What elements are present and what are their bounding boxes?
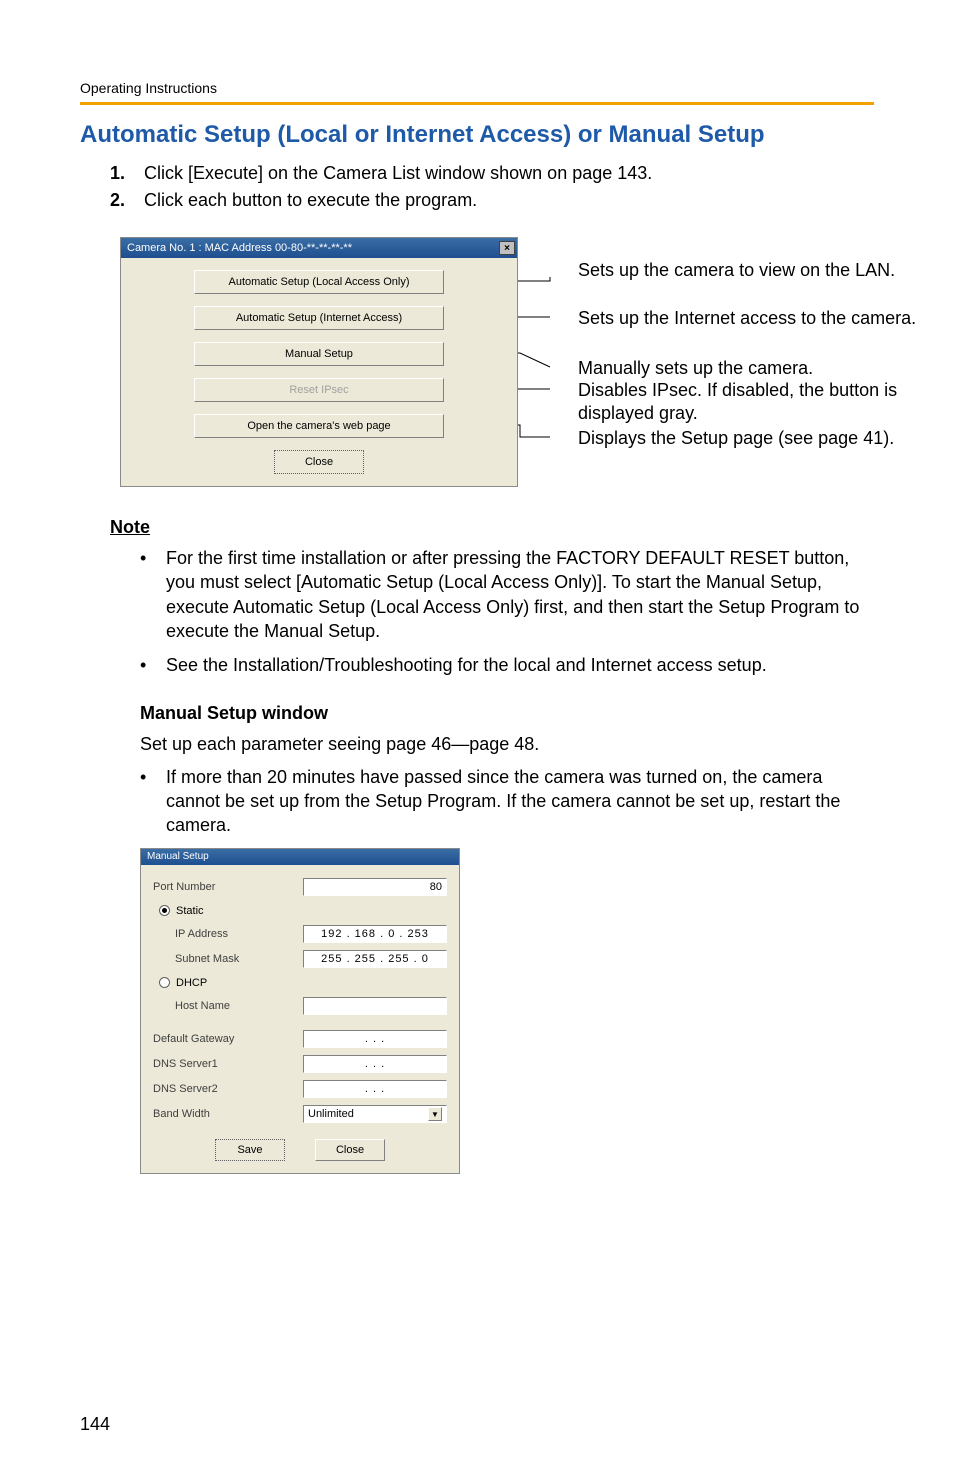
note-bullet-1: For the first time installation or after… xyxy=(140,546,874,643)
bandwidth-row: Band Width Unlimited ▼ xyxy=(153,1102,447,1127)
reset-ipsec-button[interactable]: Reset IPsec xyxy=(194,378,444,402)
window-title: Camera No. 1 : MAC Address 00-80-**-**-*… xyxy=(127,242,352,254)
step-1-text: Click [Execute] on the Camera List windo… xyxy=(144,163,652,184)
annotation-local: Sets up the camera to view on the LAN. xyxy=(578,259,954,282)
dns2-field[interactable]: . . . xyxy=(303,1080,447,1098)
subnet-label: Subnet Mask xyxy=(153,953,303,965)
step-list: 1. Click [Execute] on the Camera List wi… xyxy=(80,163,874,211)
manual-setup-bullets: If more than 20 minutes have passed sinc… xyxy=(140,765,874,838)
step-2-text: Click each button to execute the program… xyxy=(144,190,477,211)
bandwidth-value: Unlimited xyxy=(308,1108,354,1120)
note-heading: Note xyxy=(110,517,874,538)
subnet-row: Subnet Mask 255 . 255 . 255 . 0 xyxy=(153,947,447,972)
section-title: Automatic Setup (Local or Internet Acces… xyxy=(80,121,874,149)
chevron-down-icon: ▼ xyxy=(428,1107,442,1121)
dhcp-label: DHCP xyxy=(176,977,207,989)
annotation-manual: Manually sets up the camera. xyxy=(578,357,954,380)
step-1-num: 1. xyxy=(110,163,144,184)
setup-window: Camera No. 1 : MAC Address 00-80-**-**-*… xyxy=(120,237,518,487)
bandwidth-label: Band Width xyxy=(153,1108,303,1120)
host-label: Host Name xyxy=(153,1000,303,1012)
dns1-label: DNS Server1 xyxy=(153,1058,303,1070)
gateway-field[interactable]: . . . xyxy=(303,1030,447,1048)
radio-selected-icon xyxy=(159,905,170,916)
header-title: Operating Instructions xyxy=(80,80,874,96)
static-label: Static xyxy=(176,905,204,917)
annotation-internet: Sets up the Internet access to the camer… xyxy=(578,307,954,330)
port-label: Port Number xyxy=(153,881,303,893)
gateway-row: Default Gateway . . . xyxy=(153,1027,447,1052)
ip-label: IP Address xyxy=(153,928,303,940)
close-button[interactable]: Close xyxy=(274,450,364,474)
note-bullet-2: See the Installation/Troubleshooting for… xyxy=(140,653,874,677)
annotation-reset: Disables IPsec. If disabled, the button … xyxy=(578,379,954,424)
step-2-num: 2. xyxy=(110,190,144,211)
manual-setup-desc: Set up each parameter seeing page 46—pag… xyxy=(140,732,874,756)
open-camera-webpage-button[interactable]: Open the camera's web page xyxy=(194,414,444,438)
manual-setup-window: Manual Setup Port Number 80 Static IP Ad… xyxy=(140,848,460,1174)
automatic-setup-local-button[interactable]: Automatic Setup (Local Access Only) xyxy=(194,270,444,294)
bandwidth-select[interactable]: Unlimited ▼ xyxy=(303,1105,447,1123)
host-row: Host Name xyxy=(153,994,447,1019)
gateway-label: Default Gateway xyxy=(153,1033,303,1045)
manual-window-title: Manual Setup xyxy=(141,849,459,865)
window-titlebar: Camera No. 1 : MAC Address 00-80-**-**-*… xyxy=(121,238,517,258)
save-button[interactable]: Save xyxy=(215,1139,285,1161)
window-body: Automatic Setup (Local Access Only) Auto… xyxy=(121,258,517,486)
manual-setup-bullet: If more than 20 minutes have passed sinc… xyxy=(140,765,874,838)
dhcp-radio[interactable]: DHCP xyxy=(153,972,447,994)
subnet-field[interactable]: 255 . 255 . 255 . 0 xyxy=(303,950,447,968)
manual-close-button[interactable]: Close xyxy=(315,1139,385,1161)
dns1-row: DNS Server1 . . . xyxy=(153,1052,447,1077)
static-radio[interactable]: Static xyxy=(153,900,447,922)
header-rule xyxy=(80,102,874,105)
step-2: 2. Click each button to execute the prog… xyxy=(110,190,874,211)
dns2-row: DNS Server2 . . . xyxy=(153,1077,447,1102)
close-icon[interactable]: × xyxy=(499,241,515,255)
port-row: Port Number 80 xyxy=(153,875,447,900)
dns1-field[interactable]: . . . xyxy=(303,1055,447,1073)
port-field[interactable]: 80 xyxy=(303,878,447,896)
manual-button-row: Save Close xyxy=(153,1139,447,1161)
step-1: 1. Click [Execute] on the Camera List wi… xyxy=(110,163,874,184)
ip-field[interactable]: 192 . 168 . 0 . 253 xyxy=(303,925,447,943)
note-list: For the first time installation or after… xyxy=(140,546,874,677)
radio-unselected-icon xyxy=(159,977,170,988)
manual-setup-heading: Manual Setup window xyxy=(140,703,874,724)
manual-window-body: Port Number 80 Static IP Address 192 . 1… xyxy=(141,865,459,1173)
automatic-setup-internet-button[interactable]: Automatic Setup (Internet Access) xyxy=(194,306,444,330)
page-number: 144 xyxy=(80,1414,110,1435)
manual-setup-button[interactable]: Manual Setup xyxy=(194,342,444,366)
annotation-open: Displays the Setup page (see page 41). xyxy=(578,427,954,450)
dns2-label: DNS Server2 xyxy=(153,1083,303,1095)
setup-diagram: Camera No. 1 : MAC Address 00-80-**-**-*… xyxy=(120,237,874,487)
host-field[interactable] xyxy=(303,997,447,1015)
ip-row: IP Address 192 . 168 . 0 . 253 xyxy=(153,922,447,947)
